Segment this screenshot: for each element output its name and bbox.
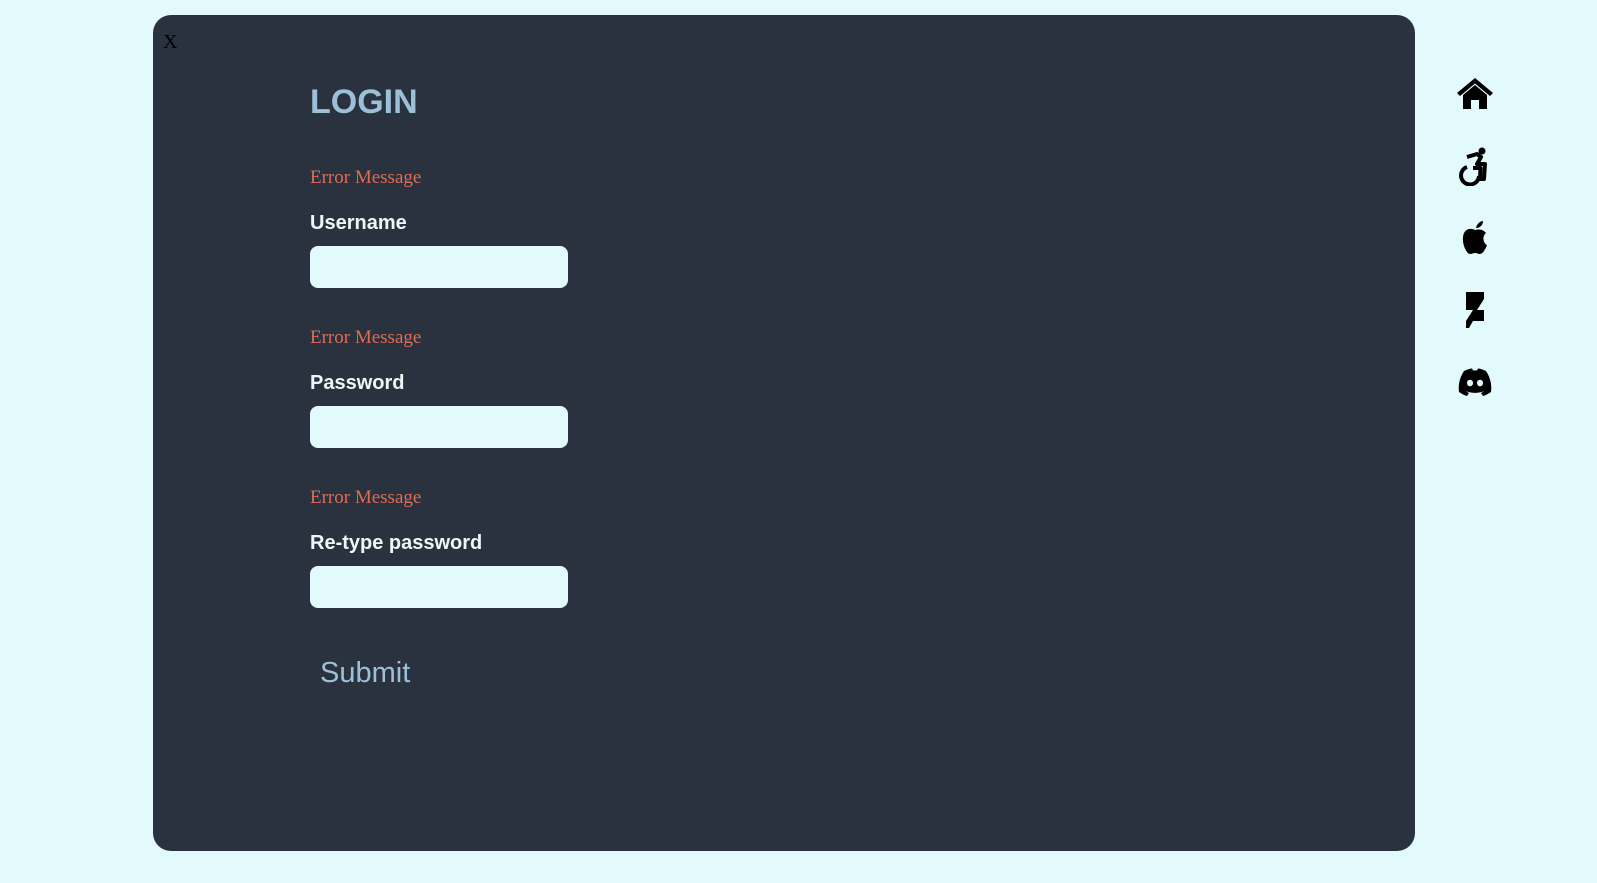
deviantart-icon[interactable]	[1452, 290, 1498, 330]
discord-icon[interactable]	[1452, 362, 1498, 402]
home-icon[interactable]	[1452, 74, 1498, 114]
login-modal: X LOGIN Error Message Username Error Mes…	[153, 15, 1415, 851]
username-error: Error Message	[310, 167, 422, 188]
username-input[interactable]	[310, 246, 568, 288]
retype-password-error: Error Message	[310, 487, 422, 508]
apple-icon[interactable]	[1452, 218, 1498, 258]
password-input[interactable]	[310, 406, 568, 448]
password-label: Password	[310, 372, 405, 394]
submit-button[interactable]: Submit	[310, 653, 420, 694]
page-title: LOGIN	[310, 83, 418, 121]
password-error: Error Message	[310, 327, 422, 348]
accessibility-icon[interactable]	[1452, 146, 1498, 187]
close-button[interactable]: X	[163, 31, 177, 54]
sidebar-nav	[1452, 74, 1498, 434]
retype-password-label: Re-type password	[310, 532, 483, 554]
retype-password-input[interactable]	[310, 566, 568, 608]
username-label: Username	[310, 212, 407, 234]
